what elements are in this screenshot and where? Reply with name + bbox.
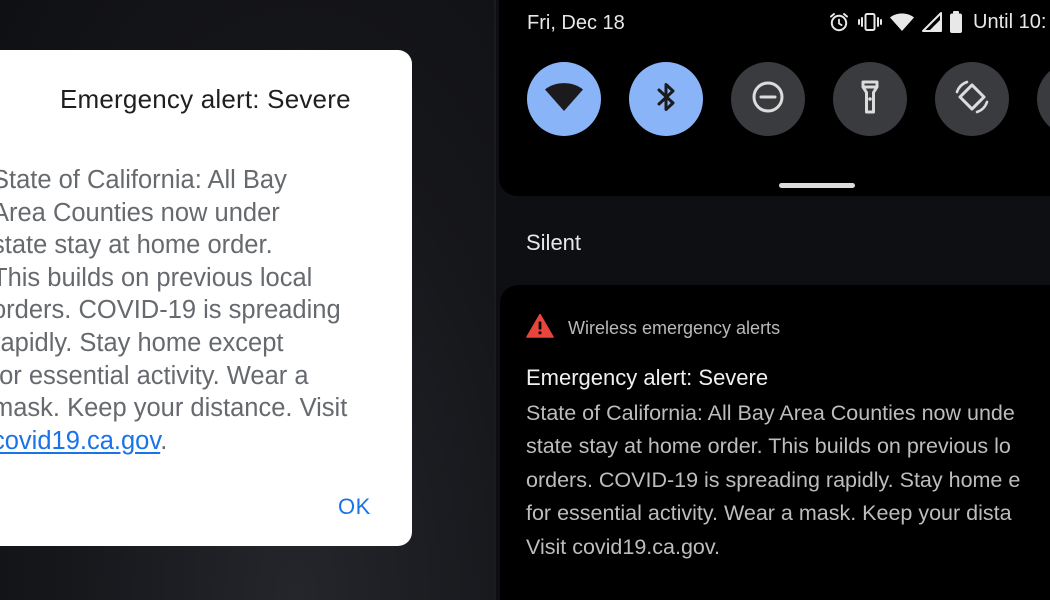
cell-signal-icon bbox=[921, 11, 943, 33]
warning-icon bbox=[526, 313, 554, 343]
notification-body-line: orders. COVID-19 is spreading rapidly. S… bbox=[526, 467, 1021, 492]
flashlight-icon bbox=[855, 78, 885, 121]
dialog-link-suffix: . bbox=[160, 426, 168, 455]
bluetooth-icon bbox=[651, 80, 681, 119]
alarm-icon bbox=[827, 10, 851, 34]
drag-handle[interactable] bbox=[779, 183, 855, 188]
vibrate-icon bbox=[857, 10, 883, 34]
dialog-message-line: This builds on previous local bbox=[0, 263, 313, 292]
bluetooth-tile[interactable] bbox=[629, 62, 703, 136]
dialog-message-line: state stay at home order. bbox=[0, 231, 273, 260]
wifi-icon bbox=[889, 11, 915, 33]
notification-body-line: for essential activity. Wear a mask. Kee… bbox=[526, 501, 1012, 526]
dialog-message-line: State of California: All Bay bbox=[0, 166, 287, 194]
notification-title: Emergency alert: Severe bbox=[526, 365, 769, 390]
emergency-alert-notification[interactable]: Wireless emergency alerts Emergency aler… bbox=[500, 285, 1050, 600]
status-bar-icons: Until 10: bbox=[827, 10, 1046, 34]
ok-button[interactable]: OK bbox=[330, 490, 379, 524]
wifi-icon bbox=[544, 80, 584, 119]
dialog-message-line: Area Counties now under bbox=[0, 198, 280, 227]
notification-body: State of California: All Bay Area Counti… bbox=[526, 397, 1020, 564]
dialog-message-line: mask. Keep your distance. Visit bbox=[0, 394, 348, 423]
auto-rotate-tile[interactable] bbox=[935, 62, 1009, 136]
dialog-message-line: for essential activity. Wear a bbox=[0, 361, 309, 390]
notification-shade: Fri, Dec 18 Until 10: Silent Wireless em… bbox=[496, 0, 1050, 600]
dialog-backdrop: Emergency alert: Severe State of Califor… bbox=[0, 0, 494, 600]
silent-section-header: Silent bbox=[526, 230, 582, 255]
dialog-message-line-link: covid19.ca.gov. bbox=[0, 425, 394, 458]
status-bar-until: Until 10: bbox=[973, 10, 1047, 33]
dialog-title: Emergency alert: Severe bbox=[60, 84, 351, 114]
auto-rotate-icon bbox=[953, 78, 991, 121]
quick-settings-panel: Fri, Dec 18 Until 10: bbox=[499, 0, 1050, 196]
notification-app-row: Wireless emergency alerts bbox=[526, 313, 780, 343]
notification-app-name: Wireless emergency alerts bbox=[568, 317, 781, 338]
do-not-disturb-tile[interactable] bbox=[731, 62, 805, 136]
flashlight-tile[interactable] bbox=[833, 62, 907, 136]
status-bar-date: Fri, Dec 18 bbox=[527, 12, 625, 34]
emergency-alert-dialog: Emergency alert: Severe State of Califor… bbox=[0, 50, 412, 546]
do-not-disturb-icon bbox=[750, 79, 786, 120]
more-tile[interactable] bbox=[1037, 62, 1050, 136]
covid-site-link[interactable]: covid19.ca.gov bbox=[0, 427, 160, 455]
notification-body-line: State of California: All Bay Area Counti… bbox=[526, 401, 1015, 425]
dialog-message-line: rapidly. Stay home except bbox=[0, 328, 284, 357]
notification-body-line: Visit covid19.ca.gov. bbox=[526, 534, 721, 559]
notification-body-line: state stay at home order. This builds on… bbox=[526, 434, 1011, 459]
battery-icon bbox=[949, 10, 963, 34]
wifi-tile[interactable] bbox=[527, 62, 601, 136]
dialog-message: State of California: All Bay Area Counti… bbox=[0, 164, 394, 457]
dialog-message-line: orders. COVID-19 is spreading bbox=[0, 296, 341, 325]
